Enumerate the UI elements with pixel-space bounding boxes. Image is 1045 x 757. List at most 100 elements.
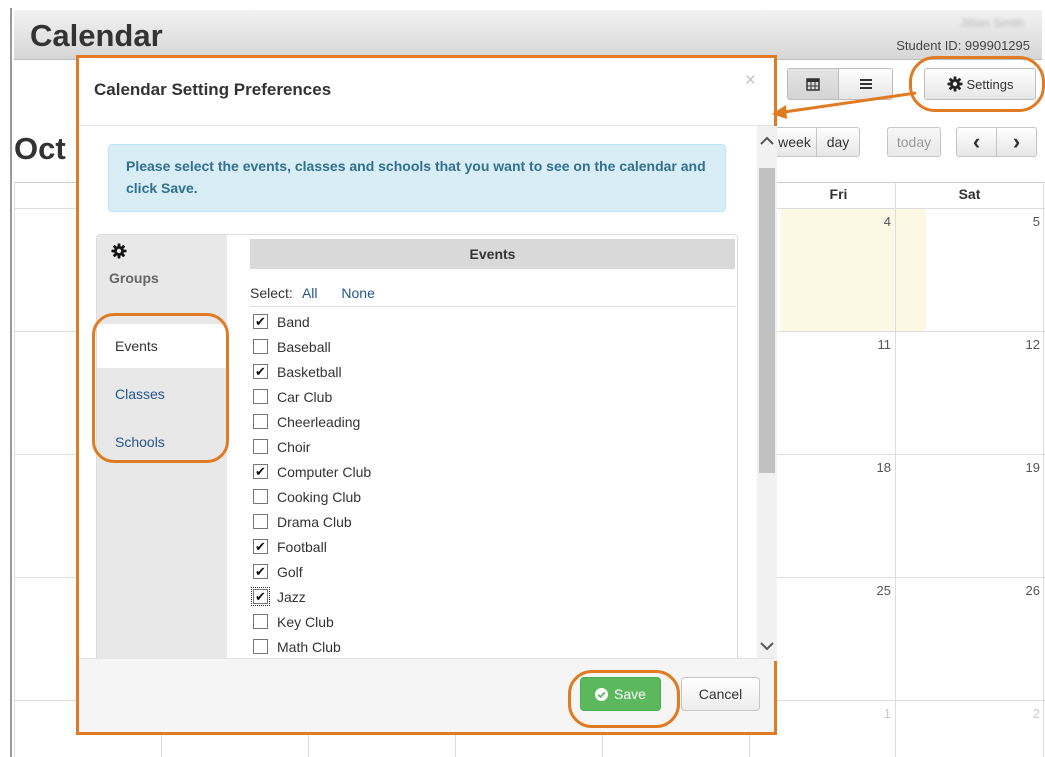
- day-number[interactable]: 25: [774, 583, 891, 598]
- page-title: Calendar: [30, 18, 163, 53]
- group-nav: Groups Events Classes Schools: [97, 235, 227, 666]
- event-checkbox[interactable]: [253, 439, 268, 454]
- event-checkbox[interactable]: [253, 489, 268, 504]
- day-view-button[interactable]: day: [816, 127, 860, 157]
- event-label: Football: [277, 538, 327, 555]
- day-number[interactable]: 5: [919, 214, 1040, 229]
- gear-icon: [947, 76, 962, 92]
- day-label: day: [826, 134, 850, 150]
- event-checkbox[interactable]: ✔: [253, 364, 268, 379]
- cancel-button[interactable]: Cancel: [681, 677, 760, 711]
- event-checkbox[interactable]: [253, 414, 268, 429]
- day-number[interactable]: 19: [919, 460, 1040, 475]
- settings-label: Settings: [966, 76, 1014, 92]
- close-icon[interactable]: ×: [745, 70, 756, 92]
- groups-label: Groups: [109, 270, 159, 286]
- events-header: Events: [250, 239, 735, 269]
- modal-scrollbar[interactable]: [757, 126, 777, 661]
- day-number[interactable]: 2: [919, 706, 1040, 721]
- day-number[interactable]: 11: [774, 337, 892, 352]
- day-number[interactable]: 18: [774, 460, 891, 475]
- event-checkbox[interactable]: ✔: [253, 539, 268, 554]
- week-label: week: [778, 134, 811, 150]
- nav-item-schools[interactable]: Schools: [97, 420, 227, 464]
- event-item[interactable]: ✔ Jazz: [251, 584, 553, 609]
- list-icon: [859, 79, 872, 89]
- event-checkbox[interactable]: [253, 514, 268, 529]
- event-checkbox[interactable]: ✔: [253, 464, 268, 479]
- day-header-sat: Sat: [958, 186, 981, 202]
- week-view-button[interactable]: week: [772, 127, 817, 157]
- select-row: Select: All None: [250, 285, 735, 307]
- check-circle-icon: [595, 687, 609, 701]
- event-label: Band: [277, 313, 310, 330]
- event-label: Drama Club: [277, 513, 352, 530]
- event-list: ✔ Band Baseball ✔ Basketball Car Club Cheerlea…: [251, 309, 553, 659]
- event-item[interactable]: ✔ Football: [253, 534, 553, 559]
- event-item[interactable]: Drama Club: [253, 509, 553, 534]
- event-checkbox[interactable]: [253, 339, 268, 354]
- student-id: Student ID: 999901295: [896, 38, 1030, 53]
- chevron-right-icon: ›: [1012, 129, 1021, 154]
- save-button[interactable]: Save: [580, 677, 661, 711]
- event-label: Math Club: [277, 638, 341, 655]
- day-number[interactable]: 26: [919, 583, 1040, 598]
- event-label: Golf: [277, 563, 303, 580]
- modal-header: Calendar Setting Preferences ×: [79, 58, 774, 126]
- nav-item-events[interactable]: Events: [97, 324, 227, 368]
- event-checkbox[interactable]: [253, 614, 268, 629]
- arrow-icon: [772, 91, 917, 119]
- day-number[interactable]: 1: [774, 706, 891, 721]
- day-number[interactable]: 12: [919, 337, 1040, 352]
- select-none-link[interactable]: None: [341, 285, 374, 301]
- chevron-up-icon[interactable]: [760, 136, 774, 146]
- event-checkbox[interactable]: ✔: [253, 314, 268, 329]
- next-button[interactable]: ›: [996, 127, 1037, 157]
- event-item[interactable]: Car Club: [253, 384, 553, 409]
- event-label: Computer Club: [277, 463, 372, 480]
- today-button[interactable]: today: [887, 127, 941, 157]
- event-item[interactable]: Cheerleading: [253, 409, 553, 434]
- event-item[interactable]: ✔ Computer Club: [253, 459, 553, 484]
- event-item[interactable]: ✔ Golf: [253, 559, 553, 584]
- page-header: Calendar Jillian Smith Student ID: 99990…: [14, 10, 1042, 60]
- event-checkbox[interactable]: ✔: [251, 587, 270, 606]
- event-item[interactable]: Baseball: [253, 334, 553, 359]
- select-label: Select:: [250, 285, 293, 301]
- event-label: Choir: [277, 438, 311, 455]
- event-label: Baseball: [277, 338, 331, 355]
- event-label: Key Club: [277, 613, 334, 630]
- chevron-down-icon[interactable]: [760, 641, 774, 651]
- settings-button[interactable]: Settings: [924, 68, 1036, 100]
- calendar-grid-icon: [806, 78, 820, 91]
- event-item[interactable]: ✔ Basketball: [253, 359, 553, 384]
- info-message: Please select the events, classes and sc…: [108, 144, 726, 212]
- nav-item-classes[interactable]: Classes: [97, 372, 227, 416]
- save-label: Save: [614, 686, 646, 702]
- preferences-panel: Groups Events Classes Schools Events Sel…: [96, 234, 738, 666]
- event-label: Cooking Club: [277, 488, 362, 505]
- event-label: Car Club: [277, 388, 333, 405]
- modal-footer: Save Cancel: [79, 658, 774, 732]
- event-checkbox[interactable]: [253, 389, 268, 404]
- event-label: Jazz: [277, 588, 306, 605]
- event-item[interactable]: ✔ Band: [253, 309, 553, 334]
- month-title: Oct: [14, 131, 66, 166]
- event-item[interactable]: Cooking Club: [253, 484, 553, 509]
- event-item[interactable]: Math Club: [253, 634, 553, 659]
- day-number[interactable]: 4: [774, 214, 891, 229]
- select-all-link[interactable]: All: [302, 285, 318, 301]
- event-checkbox[interactable]: ✔: [253, 564, 268, 579]
- today-label: today: [896, 134, 932, 150]
- modal-title: Calendar Setting Preferences: [94, 80, 332, 99]
- chevron-left-icon: ‹: [972, 129, 981, 154]
- scroll-thumb[interactable]: [759, 168, 775, 473]
- event-label: Cheerleading: [277, 413, 361, 430]
- event-item[interactable]: Choir: [253, 434, 553, 459]
- events-column: Events Select: All None ✔ Band Baseball ✔ Ba…: [250, 235, 736, 666]
- prev-button[interactable]: ‹: [956, 127, 997, 157]
- event-checkbox[interactable]: [253, 639, 268, 654]
- event-item[interactable]: Key Club: [253, 609, 553, 634]
- day-header-fri: Fri: [829, 186, 848, 202]
- student-name: Jillian Smith: [959, 16, 1024, 30]
